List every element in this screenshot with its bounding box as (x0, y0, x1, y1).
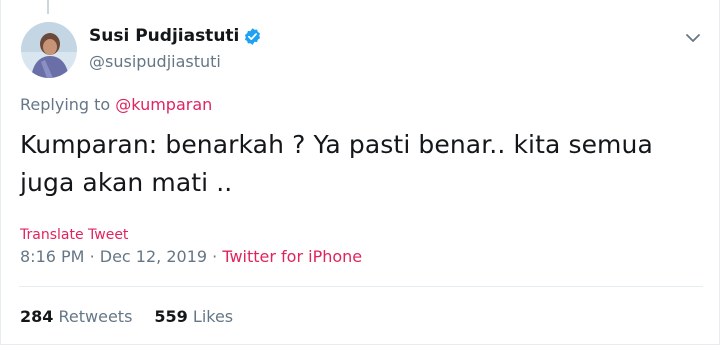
tweet-source-link[interactable]: Twitter for iPhone (222, 247, 362, 266)
author-handle[interactable]: @susipudjiastuti (89, 52, 221, 71)
reply-target-link[interactable]: @kumparan (115, 95, 212, 114)
replying-to-prefix: Replying to (20, 95, 111, 114)
tweet-card: Susi Pudjiastuti @susipudjiastuti Replyi… (0, 0, 720, 345)
avatar[interactable] (21, 22, 77, 78)
verified-badge-icon (243, 27, 262, 46)
likes-label: Likes (192, 307, 234, 326)
thread-line (47, 0, 49, 14)
meta-separator: · (212, 247, 218, 266)
retweets-stat[interactable]: 284 Retweets (20, 307, 132, 326)
author-display-name[interactable]: Susi Pudjiastuti (89, 26, 239, 46)
translate-tweet-link[interactable]: Translate Tweet (20, 227, 128, 243)
likes-stat[interactable]: 559 Likes (154, 307, 233, 326)
replying-to: Replying to @kumparan (20, 95, 212, 114)
tweet-date[interactable]: Dec 12, 2019 (100, 247, 207, 266)
tweet-text: Kumparan: benarkah ? Ya pasti benar.. ki… (20, 130, 653, 197)
meta-separator: · (89, 247, 95, 266)
tweet-stats: 284 Retweets 559 Likes (20, 307, 255, 326)
tweet-meta: 8:16 PM · Dec 12, 2019 · Twitter for iPh… (20, 247, 362, 266)
author-name-row[interactable]: Susi Pudjiastuti (89, 26, 262, 46)
chevron-down-icon[interactable] (684, 30, 702, 44)
retweets-label: Retweets (58, 307, 133, 326)
divider (19, 286, 703, 287)
likes-count: 559 (154, 307, 188, 326)
tweet-time[interactable]: 8:16 PM (20, 247, 84, 266)
retweets-count: 284 (20, 307, 54, 326)
